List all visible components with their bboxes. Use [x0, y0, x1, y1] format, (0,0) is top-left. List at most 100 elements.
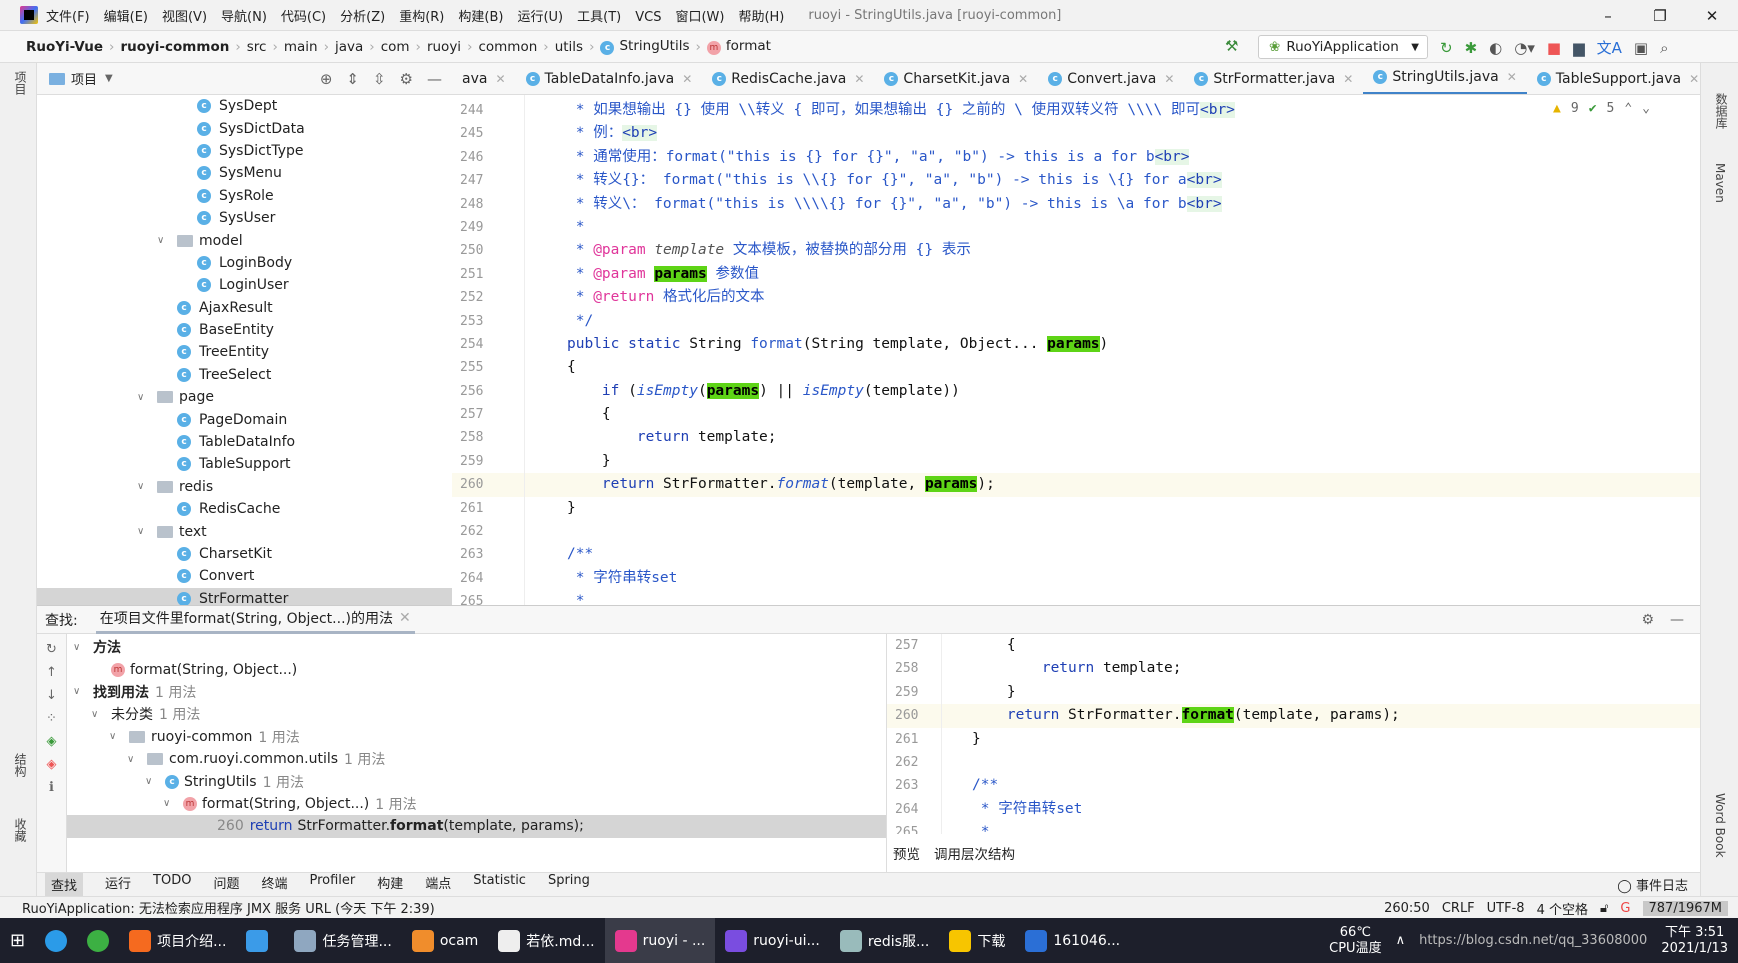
navigate-back-icon[interactable]: ◈ — [47, 757, 57, 772]
info-icon[interactable]: ℹ — [49, 780, 54, 795]
tree-item[interactable]: c TreeEntity — [37, 341, 452, 363]
tree-item[interactable]: c SysDictType — [37, 140, 452, 162]
status-message[interactable]: RuoYiApplication: 无法检索应用程序 JMX 服务 URL (今… — [22, 898, 435, 917]
close-icon[interactable]: ✕ — [1689, 72, 1699, 86]
close-icon[interactable]: ✕ — [682, 72, 692, 86]
edge-icon[interactable] — [35, 918, 77, 963]
code-line[interactable]: * 字符串转set — [942, 798, 1700, 821]
code-line[interactable] — [942, 751, 1700, 774]
result-item[interactable]: ∨ m format(String, Object...) 1 用法 — [67, 793, 886, 815]
taskbar-app[interactable]: 161046... — [1015, 918, 1130, 963]
code-line[interactable]: } — [942, 728, 1700, 751]
breadcrumb-item[interactable]: java — [335, 39, 363, 55]
code-line[interactable]: return template; — [942, 657, 1700, 680]
taskbar-app[interactable]: 任务管理... — [284, 918, 401, 963]
result-item[interactable]: ∨ 找到用法 1 用法 — [67, 681, 886, 703]
code-line[interactable]: return StrFormatter.format(template, par… — [942, 704, 1700, 728]
tree-item[interactable]: c SysRole — [37, 185, 452, 207]
tree-item[interactable]: c BaseEntity — [37, 319, 452, 341]
code-editor[interactable]: ▲ 9 ✔ 5 ⌃ ⌄ * 如果想输出 {} 使用 \\转义 { 即可，如果想输出 {… — [525, 95, 1700, 605]
editor-tab[interactable]: c TableDataInfo.java ✕ — [516, 63, 703, 94]
menu-item[interactable]: 编辑(E) — [104, 10, 148, 25]
chevron-down-icon[interactable]: ▼ — [105, 73, 113, 84]
project-tool-tab[interactable]: 项目 — [12, 71, 29, 95]
result-item[interactable]: ∨ ruoyi-common 1 用法 — [67, 726, 886, 748]
editor-tab[interactable]: c Convert.java ✕ — [1038, 63, 1184, 94]
preview-tab[interactable]: 调用层次结构 — [934, 843, 1015, 863]
code-line[interactable] — [525, 520, 1700, 543]
code-line[interactable]: { — [525, 403, 1700, 426]
code-line[interactable]: * 如果想输出 {} 使用 \\转义 { 即可，如果想输出 {} 之前的 \ 使… — [525, 99, 1700, 122]
tree-item[interactable]: c SysMenu — [37, 162, 452, 184]
profile-icon[interactable]: ◔▾ — [1514, 39, 1535, 57]
result-item[interactable]: ∨ 未分类 1 用法 — [67, 703, 886, 725]
minimize-button[interactable]: – — [1582, 0, 1634, 31]
taskbar-app[interactable]: 项目介绍... — [119, 918, 236, 963]
project-structure-icon[interactable]: ▆ — [1573, 39, 1585, 57]
menu-item[interactable]: 窗口(W) — [675, 10, 724, 25]
tree-item[interactable]: c StrFormatter — [37, 587, 452, 605]
chevron-down-icon[interactable]: ∨ — [137, 526, 151, 537]
editor-tab[interactable]: ava ✕ — [452, 63, 516, 94]
clock-time[interactable]: 下午 3:51 — [1665, 925, 1724, 940]
terminal-icon[interactable]: ▣ — [1634, 39, 1648, 57]
breadcrumb-item[interactable]: main — [284, 39, 318, 55]
result-item[interactable]: ∨ 方法 — [67, 636, 886, 658]
browser-icon[interactable] — [77, 918, 119, 963]
tree-item[interactable]: c Convert — [37, 565, 452, 587]
code-line[interactable]: /** — [525, 543, 1700, 566]
code-line[interactable]: } — [942, 681, 1700, 704]
chevron-down-icon[interactable]: ∨ — [91, 709, 105, 720]
breadcrumb-item[interactable]: com — [381, 39, 410, 55]
taskbar-app[interactable]: 下载 — [939, 918, 1015, 963]
code-line[interactable]: /** — [942, 774, 1700, 797]
code-line[interactable]: * 转义\： format("this is \\\\{} for {}", "… — [525, 193, 1700, 216]
collapse-all-icon[interactable]: ⇳ — [373, 70, 386, 88]
code-line[interactable]: */ — [525, 310, 1700, 333]
find-tab[interactable]: 在项目文件里format(String, Object...)的用法 ✕ — [95, 605, 415, 634]
breadcrumb-item[interactable]: c StringUtils — [600, 38, 689, 55]
tree-item[interactable]: c LoginBody — [37, 252, 452, 274]
project-view-selector[interactable]: 项目 — [71, 69, 97, 88]
breadcrumb-item[interactable]: RuoYi-Vue — [26, 39, 103, 55]
tree-item[interactable]: c RedisCache — [37, 498, 452, 520]
tree-item[interactable]: ∨ model — [37, 229, 452, 251]
rerun-icon[interactable]: ↻ — [1440, 39, 1453, 57]
taskbar-app[interactable]: ruoyi - ... — [604, 918, 716, 963]
tree-item[interactable]: c TableDataInfo — [37, 431, 452, 453]
menu-item[interactable]: 运行(U) — [517, 10, 563, 25]
tree-item[interactable]: ∨ redis — [37, 476, 452, 498]
tree-item[interactable]: c SysUser — [37, 207, 452, 229]
structure-tool-tab[interactable]: 结构 — [12, 753, 29, 777]
code-line[interactable]: * — [525, 216, 1700, 239]
event-log-button[interactable]: ◯ 事件日志 — [1617, 875, 1688, 894]
close-icon[interactable]: ✕ — [399, 610, 411, 626]
taskbar-app[interactable]: redis服... — [830, 918, 939, 963]
tree-item[interactable]: ∨ page — [37, 386, 452, 408]
tool-tab[interactable]: 查找 — [45, 873, 84, 896]
code-line[interactable]: * 通常使用：format("this is {} for {}", "a", … — [525, 146, 1700, 169]
clock-date[interactable]: 2021/1/13 — [1661, 941, 1728, 956]
code-line[interactable]: * — [525, 590, 1700, 605]
run-config-select[interactable]: ❀ RuoYiApplication ▼ — [1258, 35, 1428, 59]
expand-all-icon[interactable]: ⇕ — [346, 70, 359, 88]
debug-bug-icon[interactable]: ✱ — [1465, 39, 1478, 57]
chevron-down-icon[interactable]: ∨ — [109, 731, 123, 742]
wordbook-tool-tab[interactable]: Word Book — [1713, 793, 1727, 858]
menu-item[interactable]: VCS — [635, 10, 661, 25]
arrow-down-icon[interactable]: ↓ — [46, 688, 57, 703]
editor-tab[interactable]: c StrFormatter.java ✕ — [1184, 63, 1363, 94]
windows-start-icon[interactable]: ⊞ — [0, 918, 35, 963]
preview-tab[interactable]: 预览 — [893, 843, 920, 863]
result-item[interactable]: m format(String, Object...) — [67, 658, 886, 680]
tool-tab[interactable]: 问题 — [213, 873, 239, 896]
breadcrumb-item[interactable]: m format — [706, 38, 771, 55]
tree-item[interactable]: c AjaxResult — [37, 297, 452, 319]
menu-item[interactable]: 构建(B) — [458, 10, 503, 25]
code-line[interactable]: { — [525, 356, 1700, 379]
editor-tab[interactable]: c RedisCache.java ✕ — [702, 63, 874, 94]
chevron-down-icon[interactable]: ∨ — [73, 642, 87, 653]
breadcrumb-item[interactable]: ruoyi — [427, 39, 461, 55]
restore-button[interactable]: ❐ — [1634, 0, 1686, 31]
tool-tab[interactable]: Statistic — [473, 873, 526, 896]
